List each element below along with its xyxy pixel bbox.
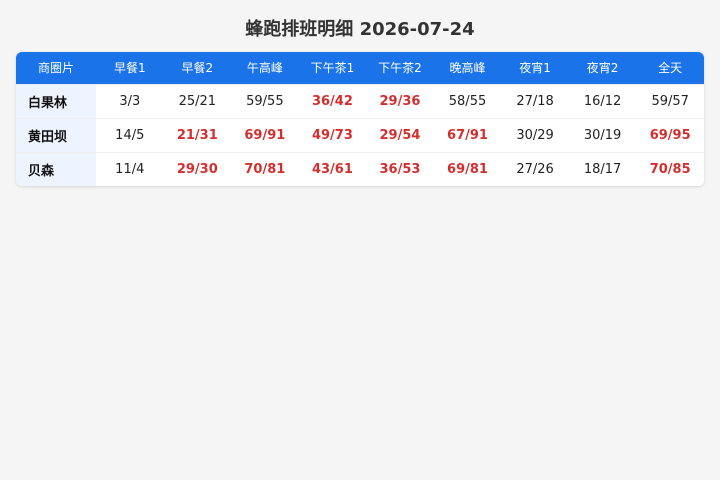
table-cell: 29/54 [379,127,421,143]
table-cell: 70/85 [649,161,691,177]
table-header: 商圈片 早餐1 早餐2 午高峰 下午茶1 下午茶2 晚高峰 夜宵1 夜宵2 全天 [16,52,704,84]
table-cell: 69/81 [447,161,488,177]
table-cell: 29/30 [176,161,218,177]
schedule-table-card: 商圈片 早餐1 早餐2 午高峰 下午茶1 下午茶2 晚高峰 夜宵1 夜宵2 全天… [16,52,704,186]
header-late-night-1: 夜宵1 [519,61,551,76]
table-cell: 59/55 [246,93,284,109]
table-cell: 21/31 [176,127,218,143]
schedule-table: 商圈片 早餐1 早餐2 午高峰 下午茶1 下午茶2 晚高峰 夜宵1 夜宵2 全天… [16,52,704,186]
header-lunch-peak: 午高峰 [246,61,283,76]
table-cell: 30/19 [583,127,622,143]
page-title: 蜂跑排班明细 2026-07-24 [245,19,475,40]
table-row: 黄田坝 14/5 21/31 69/91 49/73 29/54 67/91 3… [16,118,704,152]
row-region-name: 白果林 [16,84,96,118]
table-cell: 25/21 [178,93,217,109]
table-cell: 43/61 [311,161,353,177]
table-cell: 36/53 [379,161,421,177]
header-afternoon-tea-2: 下午茶2 [378,61,422,76]
table-cell: 30/29 [516,127,554,143]
table-cell: 3/3 [119,93,141,109]
table-row: 贝森 11/4 29/30 70/81 43/61 36/53 69/81 27… [16,152,704,186]
table-row: 白果林 3/3 25/21 59/55 36/42 29/36 58/55 27… [16,84,704,118]
table-body: 白果林 3/3 25/21 59/55 36/42 29/36 58/55 27… [16,84,704,186]
table-cell: 36/42 [311,93,353,109]
table-cell: 69/91 [244,127,286,143]
header-late-night-2: 夜宵2 [586,61,619,76]
header-afternoon-tea-1: 下午茶1 [310,61,355,76]
table-cell: 27/18 [516,93,554,109]
page: 蜂跑排班明细 2026-07-24 商圈片 早餐1 早餐2 午高峰 下午茶1 下… [0,0,720,480]
table-cell: 27/26 [516,161,554,177]
table-cell: 18/17 [583,161,622,177]
table-cell: 49/73 [311,127,353,143]
table-cell: 11/4 [115,161,145,177]
row-region-name: 贝森 [16,152,96,186]
header-full-day: 全天 [658,61,683,76]
table-cell: 14/5 [115,127,145,143]
row-region-name: 黄田坝 [16,118,96,152]
header-dinner-peak: 晚高峰 [449,61,486,76]
header-region: 商圈片 [37,61,74,76]
table-cell: 58/55 [448,93,487,109]
table-cell: 70/81 [244,161,286,177]
table-cell: 29/36 [379,93,421,109]
table-cell: 69/95 [649,127,691,143]
header-breakfast-2: 早餐2 [181,61,214,76]
header-breakfast-1: 早餐1 [113,61,146,76]
header-row: 商圈片 早餐1 早餐2 午高峰 下午茶1 下午茶2 晚高峰 夜宵1 夜宵2 全天 [16,52,704,84]
table-cell: 16/12 [583,93,622,109]
table-cell: 67/91 [447,127,488,143]
table-cell: 59/57 [651,93,689,109]
